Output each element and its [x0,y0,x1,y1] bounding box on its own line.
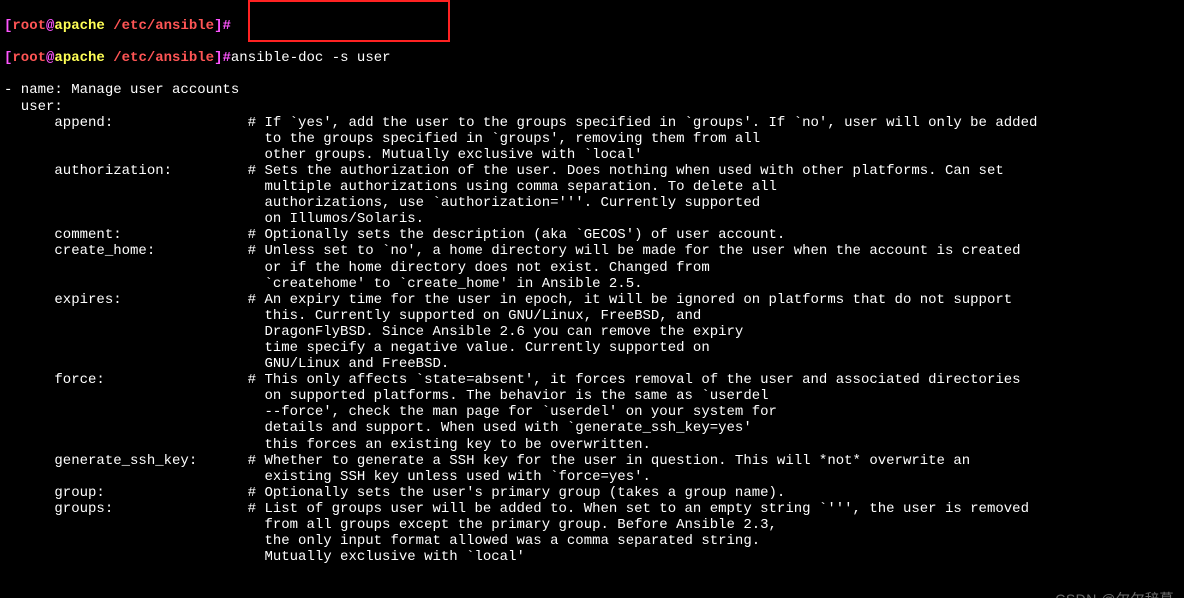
output-line: multiple authorizations using comma sepa… [4,179,1184,195]
prompt-user: root [12,18,46,34]
output-line: user: [4,99,1184,115]
output-line: on supported platforms. The behavior is … [4,388,1184,404]
prompt-user: root [12,50,46,66]
terminal-output[interactable]: [root@apache /etc/ansible]# [root@apache… [0,0,1184,598]
output-line: time specify a negative value. Currently… [4,340,1184,356]
bracket-close: ]# [214,18,231,34]
prompt-host: apache [54,18,104,34]
output-line: create_home: # Unless set to `no', a hom… [4,243,1184,259]
output-line: comment: # Optionally sets the descripti… [4,227,1184,243]
output-line: this. Currently supported on GNU/Linux, … [4,308,1184,324]
output-line: GNU/Linux and FreeBSD. [4,356,1184,372]
output-line: details and support. When used with `gen… [4,420,1184,436]
output-line: groups: # List of groups user will be ad… [4,501,1184,517]
bracket-close: ]# [214,50,231,66]
prompt-path: /etc/ansible [113,18,214,34]
output-line: or if the home directory does not exist.… [4,260,1184,276]
output-line: - name: Manage user accounts [4,82,1184,98]
output-line: DragonFlyBSD. Since Ansible 2.6 you can … [4,324,1184,340]
output-line: other groups. Mutually exclusive with `l… [4,147,1184,163]
output-line: --force', check the man page for `userde… [4,404,1184,420]
output-line: force: # This only affects `state=absent… [4,372,1184,388]
output-line: generate_ssh_key: # Whether to generate … [4,453,1184,469]
output-line: authorizations, use `authorization='''. … [4,195,1184,211]
prompt-path: /etc/ansible [113,50,214,66]
typed-command: ansible-doc -s user [231,50,391,66]
prompt-line-1: [root@apache /etc/ansible]# [4,18,1184,34]
output-line: expires: # An expiry time for the user i… [4,292,1184,308]
prompt-line-2: [root@apache /etc/ansible]#ansible-doc -… [4,50,1184,66]
output-line: authorization: # Sets the authorization … [4,163,1184,179]
output-line: Mutually exclusive with `local' [4,549,1184,565]
prompt-space [105,50,113,66]
output-line: from all groups except the primary group… [4,517,1184,533]
output-line: `createhome' to `create_home' in Ansible… [4,276,1184,292]
output-line: on Illumos/Solaris. [4,211,1184,227]
output-line: the only input format allowed was a comm… [4,533,1184,549]
output-line: append: # If `yes', add the user to the … [4,115,1184,131]
command-output: - name: Manage user accounts user: appen… [4,82,1184,565]
prompt-space [105,18,113,34]
output-line: group: # Optionally sets the user's prim… [4,485,1184,501]
watermark-text: CSDN @尔尔辞暮 [1055,591,1174,598]
prompt-host: apache [54,50,104,66]
output-line: to the groups specified in `groups', rem… [4,131,1184,147]
output-line: existing SSH key unless used with `force… [4,469,1184,485]
output-line: this forces an existing key to be overwr… [4,437,1184,453]
